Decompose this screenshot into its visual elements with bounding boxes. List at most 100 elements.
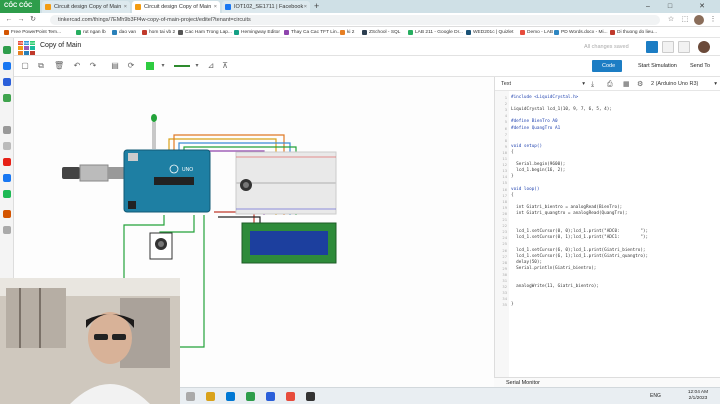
spotify-icon[interactable]: [3, 190, 11, 198]
potentiometer-1[interactable]: [240, 179, 252, 191]
tab-2[interactable]: Circuit design Copy of Main ×: [132, 1, 220, 13]
tab-3[interactable]: IOT102_SE1711 | Facebook ×: [222, 1, 310, 13]
rotate-icon[interactable]: ⟳: [126, 61, 136, 71]
bookmark-item[interactable]: ki 2: [340, 28, 354, 37]
code-line: {: [511, 192, 514, 198]
zalo-icon[interactable]: [3, 78, 11, 86]
tinkercad-logo[interactable]: TIN KER CAD: [18, 41, 36, 55]
user-avatar[interactable]: [698, 41, 710, 53]
forward-icon[interactable]: →: [16, 15, 26, 25]
system-clock[interactable]: 12:04 AM 2/1/2023: [678, 390, 718, 402]
app-icon[interactable]: [286, 392, 295, 401]
line-number: 13: [502, 168, 507, 174]
tinkercad-header: TIN KER CAD Copy of Main All changes sav…: [14, 38, 720, 56]
download-icon[interactable]: ⤓: [591, 80, 594, 89]
tab-1[interactable]: Circuit design Copy of Main ×: [42, 1, 130, 13]
arduino-uno-board[interactable]: [123, 149, 211, 213]
close-tab-icon[interactable]: ×: [304, 1, 307, 13]
youtube-icon[interactable]: [3, 158, 11, 166]
debug-icon[interactable]: ⚙: [637, 80, 643, 89]
close-tab-icon[interactable]: ×: [214, 1, 217, 13]
delete-icon[interactable]: 🗑: [54, 61, 64, 71]
chevron-down-icon[interactable]: ▾: [192, 61, 202, 71]
upload-icon[interactable]: ⎙: [607, 80, 613, 89]
start-simulation-button[interactable]: Start Simulation: [628, 60, 680, 72]
bookmark-item[interactable]: dao van: [112, 28, 136, 37]
reload-icon[interactable]: ↻: [28, 15, 38, 25]
wire-style-icon[interactable]: [174, 61, 190, 71]
history-icon[interactable]: [3, 142, 11, 150]
obs-icon[interactable]: [306, 392, 315, 401]
copy-icon[interactable]: ⧉: [36, 61, 46, 71]
code-button[interactable]: Code: [592, 60, 622, 72]
profile-avatar[interactable]: [694, 15, 704, 25]
maximize-icon[interactable]: □: [662, 0, 678, 13]
mirror-icon[interactable]: ⊿: [206, 61, 216, 71]
back-icon[interactable]: ←: [4, 15, 14, 25]
messenger-icon[interactable]: [3, 62, 11, 70]
lcd-16x2[interactable]: [241, 222, 337, 264]
bookmark-item[interactable]: ZSchool - SQL: [362, 28, 400, 37]
led-component[interactable]: [151, 114, 157, 149]
undo-icon[interactable]: ↶: [72, 61, 82, 71]
redo-icon[interactable]: ↷: [88, 61, 98, 71]
library-icon[interactable]: ▦: [623, 80, 630, 89]
edge-icon[interactable]: [226, 392, 235, 401]
file-explorer-icon[interactable]: [206, 392, 215, 401]
bookmark-item[interactable]: Cac Ham Trong Lap...: [178, 28, 232, 37]
url-field[interactable]: tinkercad.com/things/7EMh9b3Ff4w-copy-of…: [50, 15, 660, 25]
bookmark-item[interactable]: Thay Ca Cac TFT Lin...: [284, 28, 341, 37]
bookmark-icon: [284, 30, 289, 35]
note-icon[interactable]: ▤: [110, 61, 120, 71]
code-line: int Giatri_bientro = analogRead(BienTro)…: [511, 204, 623, 210]
coccoc-icon[interactable]: [3, 46, 11, 54]
extensions-icon[interactable]: ⬚: [680, 15, 690, 25]
line-number: 4: [504, 113, 507, 119]
close-window-icon[interactable]: ✕: [684, 0, 720, 13]
bookmark-item[interactable]: Demo - LAB: [520, 28, 553, 37]
game-icon[interactable]: [3, 94, 11, 102]
line-number: 10: [502, 149, 507, 155]
windows-taskbar: ENG 12:04 AM 2/1/2023: [180, 387, 720, 404]
project-title[interactable]: Copy of Main: [40, 42, 81, 49]
potentiometer-2[interactable]: [149, 232, 173, 260]
facebook-icon[interactable]: [3, 174, 11, 182]
code-mode-select[interactable]: Text ▾: [501, 80, 585, 89]
serial-monitor-toggle[interactable]: Serial Monitor: [494, 377, 720, 387]
bookmark-star-icon[interactable]: ☆: [666, 15, 676, 25]
coccoc-taskbar-icon[interactable]: [246, 392, 255, 401]
bookmark-item[interactable]: Di thuong do lieu...: [610, 28, 657, 37]
bookmark-item[interactable]: Hemingway Editor: [234, 28, 280, 37]
settings-icon[interactable]: [3, 226, 11, 234]
minimize-icon[interactable]: –: [640, 0, 656, 13]
close-tab-icon[interactable]: ×: [124, 1, 127, 13]
bookmark-item[interactable]: LAB 211 - Google Dr...: [408, 28, 463, 37]
chevron-down-icon[interactable]: ▾: [158, 61, 168, 71]
circuit-view-button[interactable]: [646, 41, 658, 53]
line-number: 11: [502, 156, 507, 161]
extension-icon[interactable]: [3, 210, 11, 218]
new-tab-button[interactable]: +: [314, 0, 319, 13]
bookmark-item[interactable]: hom tai vb 2: [142, 28, 175, 37]
bookmark-item[interactable]: Free PowerPoint Tem...: [4, 28, 61, 37]
board-select[interactable]: 2 (Arduino Uno R3) ▾: [651, 80, 717, 89]
menu-icon[interactable]: ⋮: [708, 15, 718, 25]
add-icon[interactable]: [3, 126, 11, 134]
bookmark-item[interactable]: rut ngan lb: [76, 28, 106, 37]
flip-icon[interactable]: ⊼: [220, 61, 230, 71]
bookmark-item[interactable]: WED201c | Quizlet: [466, 28, 513, 37]
color-swatch[interactable]: [146, 62, 154, 70]
line-number: 22: [502, 223, 507, 229]
word-icon[interactable]: [266, 392, 275, 401]
list-view-icon[interactable]: [662, 41, 674, 53]
taskview-icon[interactable]: [186, 392, 195, 401]
language-indicator[interactable]: ENG: [650, 392, 661, 401]
bookmark-icon: [340, 30, 345, 35]
browser-logo[interactable]: CỐC CỐC: [0, 0, 40, 13]
bookmark-icon: [554, 30, 559, 35]
send-to-button[interactable]: Send To: [690, 60, 716, 72]
new-shape-icon[interactable]: ▢: [20, 61, 30, 71]
view-toggle-icon[interactable]: [678, 41, 690, 53]
bookmark-item[interactable]: PD Words.docx - Mi...: [554, 28, 608, 37]
code-line: LiquidCrystal lcd_1(10, 9, 7, 6, 5, 4);: [511, 107, 612, 113]
